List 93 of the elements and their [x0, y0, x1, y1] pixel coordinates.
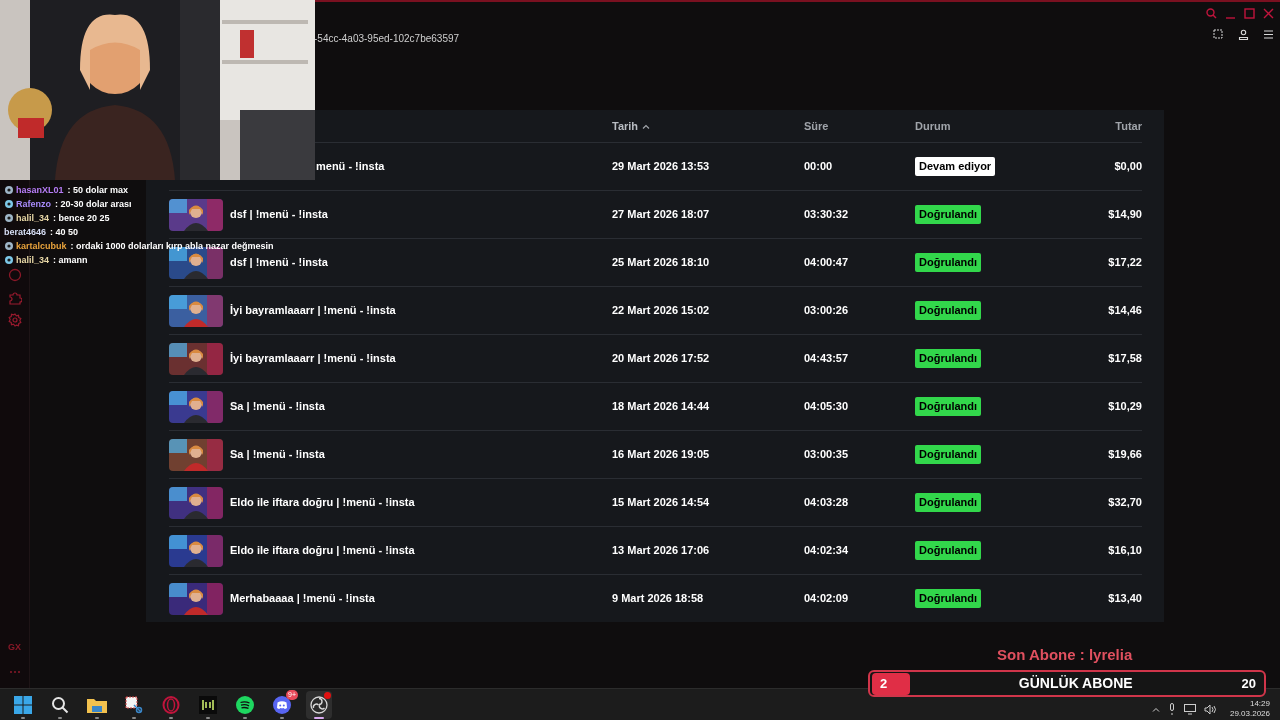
discord-icon — [273, 695, 291, 714]
windows-icon — [14, 695, 32, 714]
table-cell-text: 16 Mart 2026 19:05 — [612, 447, 711, 463]
taskbar-app[interactable] — [306, 690, 332, 719]
table-cell-text: 04:00:47 — [804, 255, 850, 271]
table-cell-text: $0,00 — [1114, 159, 1142, 175]
table-cell-text: 03:30:32 — [804, 207, 850, 223]
table-cell-text: $13,40 — [1108, 591, 1142, 607]
column-header[interactable]: Süre — [804, 117, 915, 135]
stream-title[interactable]: Sa | !menü - !insta — [230, 398, 325, 415]
table-cell-text: 29 Mart 2026 13:53 — [612, 159, 711, 175]
status-badge: Doğrulandı — [915, 445, 982, 464]
table-cell-text: $14,46 — [1108, 303, 1142, 319]
goal-target-count: 20 — [1241, 674, 1256, 693]
chat-username: halil_34 — [16, 254, 50, 267]
table-cell-text: 03:00:26 — [804, 303, 850, 319]
table-cell-text: $14,90 — [1108, 207, 1142, 223]
ring-icon — [162, 695, 180, 714]
table-cell-text: 04:02:34 — [804, 543, 850, 559]
chevron-up-icon[interactable] — [1151, 706, 1160, 712]
sort-ascending-icon — [642, 123, 651, 129]
table-cell-text: 00:00 — [804, 159, 834, 175]
chat-message: : bence 20 25 — [53, 212, 110, 225]
monitor-icon[interactable] — [1183, 703, 1196, 715]
table-cell-text: 04:02:09 — [804, 591, 850, 607]
table-cell-text: 03:00:35 — [804, 447, 850, 463]
table-cell-text: $19,66 — [1108, 447, 1142, 463]
search-icon[interactable] — [1206, 8, 1217, 19]
stream-title[interactable]: menü - !insta — [316, 158, 385, 175]
maximize-icon[interactable] — [1244, 8, 1255, 19]
column-header[interactable]: Durum — [915, 117, 1022, 135]
table-cell-text: 04:05:30 — [804, 399, 850, 415]
chat-message: : 20-30 dolar arası — [55, 198, 132, 211]
address-text[interactable]: -54cc-4a03-95ed-102c7be63597 — [314, 31, 460, 46]
table-cell-text: 18 Mart 2026 14:44 — [612, 399, 711, 415]
status-badge: Doğrulandı — [915, 397, 982, 416]
status-badge: Doğrulandı — [915, 205, 982, 224]
microphone-icon[interactable] — [1167, 703, 1176, 715]
stream-title[interactable]: dsf | !menü - !insta — [230, 254, 328, 271]
table-cell-text: $32,70 — [1108, 495, 1142, 511]
folder-icon — [87, 696, 107, 713]
chat-username: Rafenzo — [16, 198, 51, 211]
table-cell-text: $16,10 — [1108, 543, 1142, 559]
last-subscriber-text: Son Abone : lyrelia — [997, 645, 1133, 665]
table-cell-text: 22 Mart 2026 15:02 — [612, 303, 711, 319]
table-cell-text: 15 Mart 2026 14:54 — [612, 495, 711, 511]
column-header[interactable]: Tarih — [612, 117, 804, 135]
chat-username: hasanXL01 — [16, 184, 64, 197]
table-cell-text: $17,22 — [1108, 255, 1142, 271]
close-icon[interactable] — [1263, 8, 1274, 19]
stream-title[interactable]: Sa | !menü - !insta — [230, 446, 325, 463]
stream-title[interactable]: İyi bayramlaaarr | !menü - !insta — [230, 350, 396, 367]
table-cell-text: 9 Mart 2026 18:58 — [612, 591, 705, 607]
table-cell-text: 04:43:57 — [804, 351, 850, 367]
status-badge: Devam ediyor — [915, 157, 996, 176]
status-badge: Doğrulandı — [915, 589, 982, 608]
screenshot-icon[interactable] — [1213, 29, 1224, 40]
goal-label: GÜNLÜK ABONE — [1017, 674, 1134, 693]
obs-icon — [310, 695, 328, 714]
stream-title[interactable]: Eldo ile iftara doğru | !menü - !insta — [230, 494, 415, 511]
profile-icon[interactable] — [1238, 29, 1249, 40]
table-cell-text: $10,29 — [1108, 399, 1142, 415]
status-badge: Doğrulandı — [915, 493, 982, 512]
clock-time[interactable]: 14:29 — [1249, 699, 1270, 709]
speaker-icon[interactable] — [1203, 703, 1216, 715]
stream-title[interactable]: Merhabaaaa | !menü - !insta — [230, 590, 375, 607]
stream-title[interactable]: Eldo ile iftara doğru | !menü - !insta — [230, 542, 415, 559]
status-badge: Doğrulandı — [915, 253, 982, 272]
table-cell-text: 27 Mart 2026 18:07 — [612, 207, 711, 223]
scissors-icon — [125, 695, 143, 714]
table-cell-text: $17,58 — [1108, 351, 1142, 367]
chat-username: halil_34 — [16, 212, 50, 225]
table-cell-text: 13 Mart 2026 17:06 — [612, 543, 711, 559]
stream-title[interactable]: İyi bayramlaaarr | !menü - !insta — [230, 302, 396, 319]
clock-date[interactable]: 29.03.2026 — [1229, 709, 1270, 719]
spotify-icon — [236, 695, 254, 714]
status-badge: Doğrulandı — [915, 301, 982, 320]
column-header[interactable]: Tutar — [1115, 117, 1142, 135]
chat-username: kartalcubuk — [16, 240, 67, 253]
chat-message: : amann — [53, 254, 88, 267]
goal-current-count: 2 — [872, 672, 910, 695]
search-icon — [51, 695, 69, 714]
table-cell-text: 25 Mart 2026 18:10 — [612, 255, 711, 271]
status-badge: Doğrulandı — [915, 541, 982, 560]
stream-title[interactable]: dsf | !menü - !insta — [230, 206, 328, 223]
level-meter-icon — [199, 695, 217, 714]
chat-message: : 50 dolar max — [67, 184, 129, 197]
table-cell-text: 20 Mart 2026 17:52 — [612, 351, 711, 367]
menu-icon[interactable] — [1263, 29, 1274, 40]
chat-message: : 40 50 — [50, 226, 79, 239]
status-badge: Doğrulandı — [915, 349, 982, 368]
table-cell-text: 04:03:28 — [804, 495, 850, 511]
chat-username: berat4646 — [4, 226, 47, 239]
